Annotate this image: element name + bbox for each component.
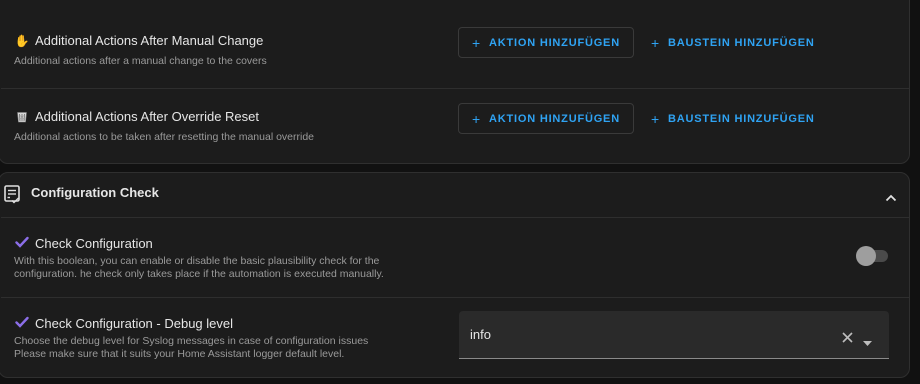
clear-icon[interactable] — [842, 330, 853, 348]
config-check-header[interactable]: Configuration Check — [0, 173, 909, 217]
check-configuration-title-text: Check Configuration — [35, 236, 153, 251]
override-reset-add-action-button[interactable]: + AKTION HINZUFÜGEN — [458, 103, 634, 134]
actions-card: ✋ Additional Actions After Manual Change… — [0, 0, 910, 164]
description-line: configuration. he check only takes place… — [14, 268, 384, 280]
description-line: Choose the debug level for Syslog messag… — [14, 335, 369, 347]
wastebasket-icon — [15, 110, 29, 123]
checklist-icon — [4, 185, 22, 210]
plus-icon: + — [651, 110, 660, 127]
manual-change-description: Additional actions after a manual change… — [14, 55, 267, 67]
row-divider — [1, 88, 909, 89]
add-block-label: BAUSTEIN HINZUFÜGEN — [667, 112, 815, 125]
header-divider — [1, 217, 909, 218]
manual-change-title: ✋ Additional Actions After Manual Change — [14, 33, 264, 48]
plus-icon: + — [651, 34, 660, 51]
check-mark-icon — [15, 315, 29, 332]
toggle-knob — [856, 246, 876, 266]
add-action-label: AKTION HINZUFÜGEN — [489, 112, 620, 125]
description-line: With this boolean, you can enable or dis… — [14, 255, 380, 267]
debug-level-title-text: Check Configuration - Debug level — [35, 316, 233, 331]
manual-change-add-block-button[interactable]: + BAUSTEIN HINZUFÜGEN — [651, 27, 815, 58]
plus-icon: + — [472, 34, 482, 51]
config-check-title: Configuration Check — [31, 185, 159, 200]
add-action-label: AKTION HINZUFÜGEN — [489, 36, 620, 49]
debug-level-description: Choose the debug level for Syslog messag… — [14, 335, 368, 361]
override-reset-description: Additional actions to be taken after res… — [14, 131, 315, 143]
description-line: Please make sure that it suits your Home… — [14, 348, 345, 360]
check-mark-icon — [15, 235, 29, 252]
hand-icon: ✋ — [14, 33, 30, 48]
debug-level-selected-value: info — [470, 327, 491, 342]
chevron-up-icon[interactable] — [885, 189, 897, 207]
check-configuration-description: With this boolean, you can enable or dis… — [14, 255, 384, 281]
manual-change-add-action-button[interactable]: + AKTION HINZUFÜGEN — [458, 27, 634, 58]
plus-icon: + — [472, 110, 482, 127]
debug-level-select[interactable]: info — [459, 311, 889, 359]
add-block-label: BAUSTEIN HINZUFÜGEN — [667, 36, 815, 49]
debug-level-title: Check Configuration - Debug level — [15, 315, 233, 332]
check-configuration-title: Check Configuration — [15, 235, 153, 252]
override-reset-title: Additional Actions After Override Reset — [15, 109, 259, 124]
dropdown-arrow-icon[interactable] — [863, 333, 872, 351]
override-reset-title-text: Additional Actions After Override Reset — [35, 109, 260, 124]
manual-change-title-text: Additional Actions After Manual Change — [35, 33, 264, 48]
row-divider — [1, 297, 909, 298]
override-reset-add-block-button[interactable]: + BAUSTEIN HINZUFÜGEN — [651, 103, 815, 134]
